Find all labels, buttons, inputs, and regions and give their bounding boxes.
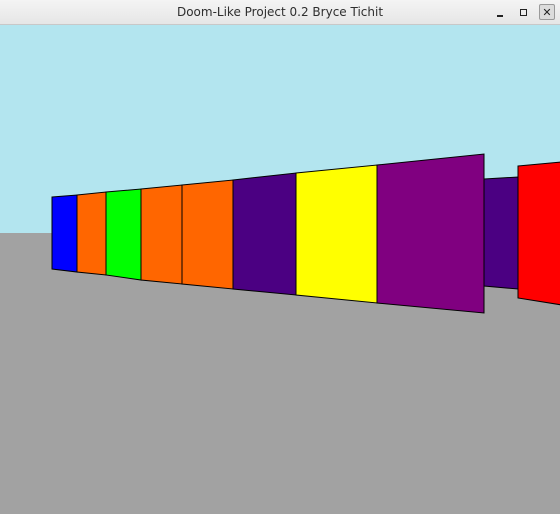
wall-panel (140, 184, 183, 285)
game-viewport[interactable] (0, 25, 560, 514)
game-window: Doom-Like Project 0.2 Bryce Tichit ✕ (0, 0, 560, 514)
window-title: Doom-Like Project 0.2 Bryce Tichit (176, 5, 384, 19)
maximize-icon (519, 8, 527, 16)
wall-panel (232, 172, 297, 296)
maximize-button[interactable] (515, 4, 531, 20)
render-canvas (0, 25, 560, 514)
minimize-button[interactable] (492, 4, 508, 20)
wall-panel (376, 153, 485, 314)
wall-panel (517, 161, 560, 306)
wall-panel (181, 179, 234, 290)
wall-panel (105, 188, 142, 281)
wall-panel (483, 176, 519, 290)
wall-panel (76, 191, 107, 276)
close-icon: ✕ (542, 5, 552, 19)
close-button[interactable]: ✕ (539, 4, 555, 20)
wall-panel (295, 164, 378, 304)
minimize-icon (497, 14, 503, 17)
title-bar[interactable]: Doom-Like Project 0.2 Bryce Tichit ✕ (0, 0, 560, 25)
wall-panel (51, 194, 78, 273)
